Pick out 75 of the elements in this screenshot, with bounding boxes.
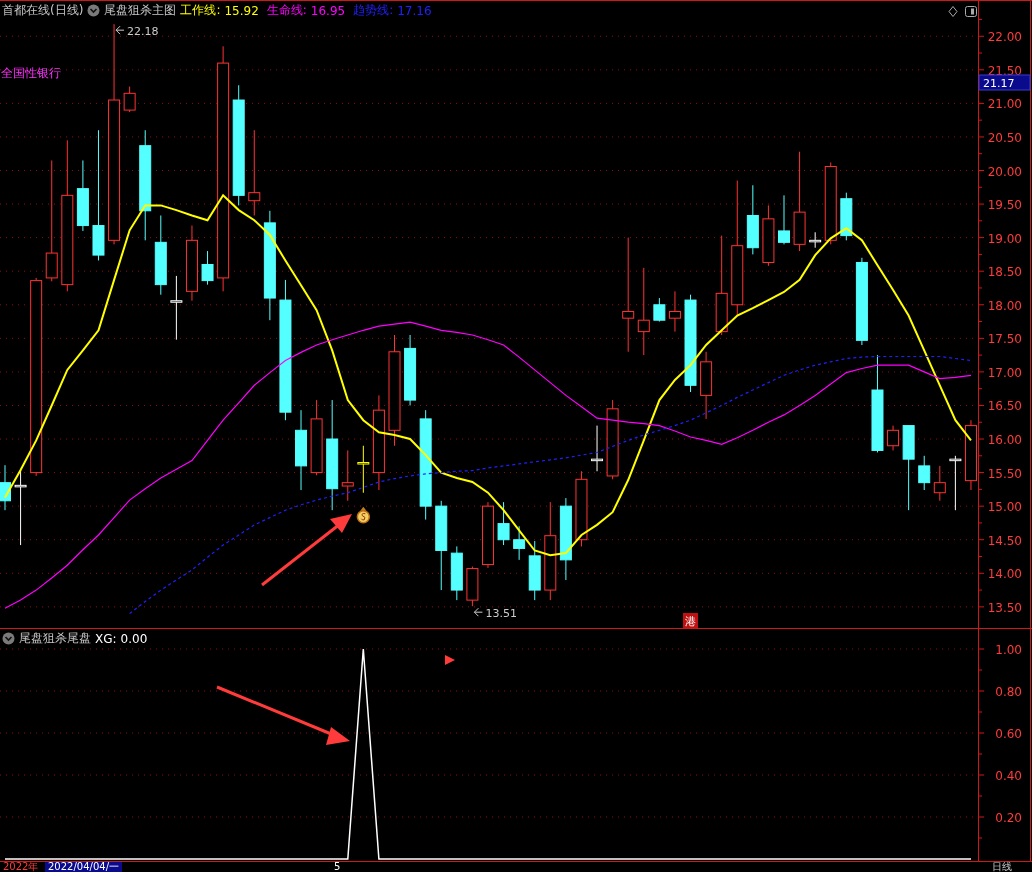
candlestick xyxy=(357,445,370,494)
axis-label: 20.50 xyxy=(987,130,1022,145)
year-label: 2022年 xyxy=(3,862,39,872)
candlestick xyxy=(668,290,681,333)
legend-label: 趋势线: xyxy=(353,2,394,19)
candlestick xyxy=(341,449,354,502)
axis-label: 17.00 xyxy=(987,365,1022,380)
candlestick xyxy=(123,86,136,113)
axis-label: 14.00 xyxy=(987,567,1022,582)
candlestick xyxy=(528,540,541,601)
axis-label: 19.50 xyxy=(987,198,1022,213)
candlestick xyxy=(840,192,853,241)
candlestick xyxy=(591,425,604,472)
candlestick xyxy=(170,275,183,341)
period-label: 日线 xyxy=(992,862,1012,872)
annotation: 22.18 xyxy=(127,25,159,39)
annotation: 13.51 xyxy=(485,607,517,621)
candlestick xyxy=(700,351,713,420)
dropdown-icon[interactable] xyxy=(2,632,15,645)
candlestick xyxy=(466,566,479,607)
candlestick xyxy=(949,455,962,511)
axis-label: 0.40 xyxy=(995,769,1022,783)
axis-label: 1.00 xyxy=(995,643,1022,657)
candlestick xyxy=(513,525,526,561)
hk-badge: 港 xyxy=(683,613,698,628)
candlestick xyxy=(933,465,946,502)
candlestick xyxy=(404,334,417,406)
axis-label: 0.60 xyxy=(995,727,1022,741)
axis-label: 0.80 xyxy=(995,685,1022,699)
diamond-icon[interactable] xyxy=(948,6,958,17)
legend-label: 生命线: xyxy=(266,2,307,19)
indicator-reading: 0.00 xyxy=(120,631,148,646)
price-tag: 21.17 xyxy=(978,74,1031,91)
axis-label: 15.50 xyxy=(987,466,1022,481)
axis-label: 20.00 xyxy=(987,164,1022,179)
candlestick xyxy=(887,425,900,451)
axis-label: 16.00 xyxy=(987,433,1022,447)
indicator-name: 尾盘狙杀尾盘 xyxy=(19,630,91,647)
candlestick xyxy=(450,545,463,601)
month-tick-label: 5 xyxy=(334,862,341,872)
axis-label: 16.50 xyxy=(987,399,1022,414)
candlestick xyxy=(918,455,931,491)
dropdown-icon[interactable] xyxy=(87,4,101,17)
axis-label: 17.50 xyxy=(987,332,1022,347)
chart-title: 首都在线(日线) xyxy=(2,2,84,19)
axis-label: 18.00 xyxy=(987,298,1022,313)
cursor-date: 2022/04/04/一 xyxy=(45,862,122,872)
legend-label: 工作线: xyxy=(180,2,221,19)
candlestick xyxy=(809,231,822,249)
axis-label: 15.00 xyxy=(987,500,1022,515)
axis-label: 14.50 xyxy=(987,533,1022,548)
axis-label: 19.00 xyxy=(987,231,1022,246)
candlestick xyxy=(778,194,790,245)
candlestick xyxy=(201,250,214,286)
candlestick xyxy=(0,464,11,511)
axis-label: 0.20 xyxy=(995,811,1022,825)
axis-label: 21.00 xyxy=(987,97,1022,112)
legend-value: 17.16 xyxy=(397,3,432,18)
play-marker-icon xyxy=(445,655,455,665)
candlestick xyxy=(746,184,759,255)
axis-label: 13.50 xyxy=(987,600,1022,615)
axis-label: 22.00 xyxy=(987,30,1022,45)
legend-value: 15.92 xyxy=(224,3,259,18)
axis-label: 18.50 xyxy=(987,265,1022,280)
panel-toggle-icon[interactable] xyxy=(965,6,977,17)
candlestick xyxy=(964,419,977,491)
candlestick xyxy=(497,501,510,546)
candlestick xyxy=(762,204,775,267)
indicator-name: 尾盘狙杀主图 xyxy=(104,2,177,19)
candlestick xyxy=(653,297,666,323)
legend-value: 16.95 xyxy=(310,3,346,18)
sector-label: 全国性银行 xyxy=(1,66,61,80)
candlestick xyxy=(482,501,494,569)
legend-label: XG: xyxy=(95,631,117,646)
money-bag-icon xyxy=(356,506,371,524)
